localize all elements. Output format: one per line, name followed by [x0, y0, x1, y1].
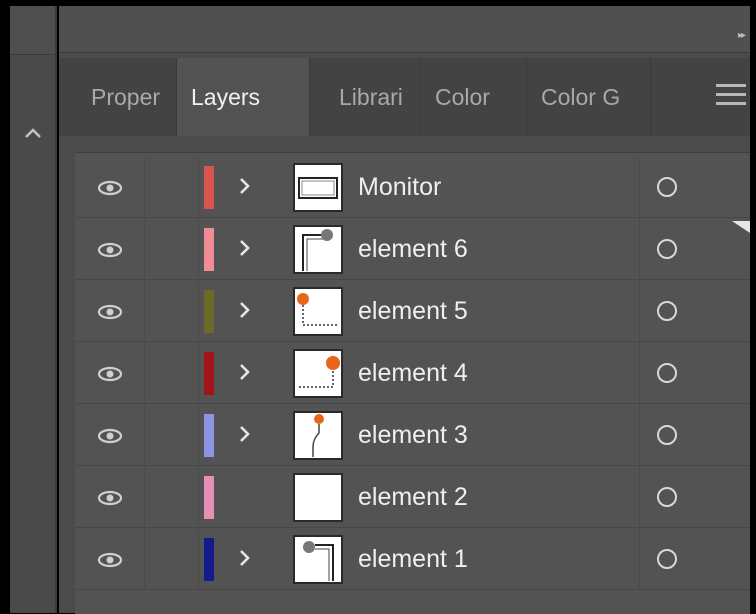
layer-name[interactable]: element 2: [358, 467, 468, 528]
illustrator-layers-window: ▸▸ Proper Layers Librari Color Color G M…: [0, 0, 756, 614]
layer-row[interactable]: element 6: [75, 219, 750, 280]
layer-color-swatch: [204, 476, 214, 519]
layer-color-swatch: [204, 290, 214, 333]
layer-thumbnail: [293, 473, 343, 522]
lock-toggle[interactable]: [144, 467, 199, 528]
visibility-toggle[interactable]: [75, 529, 145, 590]
visibility-toggle[interactable]: [75, 343, 145, 404]
chevron-right-icon[interactable]: [235, 357, 255, 387]
layer-row[interactable]: element 2: [75, 467, 750, 528]
target-circle-icon[interactable]: [657, 549, 677, 569]
chevron-right-icon[interactable]: [235, 171, 255, 201]
scroll-indicator[interactable]: [732, 221, 750, 233]
visibility-toggle[interactable]: [75, 467, 145, 528]
panel-title-bar: ▸▸: [59, 6, 750, 53]
target-circle-icon[interactable]: [657, 177, 677, 197]
layer-thumbnail: [293, 349, 343, 398]
layer-row[interactable]: element 1: [75, 529, 750, 590]
tab-layers[interactable]: Layers: [177, 58, 310, 136]
target-circle-icon[interactable]: [657, 487, 677, 507]
eye-icon: [97, 490, 122, 505]
chevron-up-icon: [24, 128, 41, 138]
target-circle-icon[interactable]: [657, 239, 677, 259]
layer-color-swatch: [204, 414, 214, 457]
visibility-toggle[interactable]: [75, 281, 145, 342]
tab-color[interactable]: Color: [421, 58, 527, 136]
tab-properties[interactable]: Proper: [77, 58, 177, 136]
target-cell[interactable]: [639, 467, 750, 528]
panel-tab-bar: Proper Layers Librari Color Color G: [59, 58, 750, 136]
tab-label: Layers: [191, 83, 261, 110]
layer-name[interactable]: element 5: [358, 281, 468, 342]
chevron-right-icon[interactable]: [235, 419, 255, 449]
collapse-panel-button[interactable]: [10, 118, 55, 148]
chevron-right-icon[interactable]: [235, 295, 255, 325]
layer-row[interactable]: Monitor: [75, 157, 750, 218]
target-cell[interactable]: [639, 405, 750, 466]
layer-thumbnail: [293, 163, 343, 212]
tab-label: Color G: [541, 83, 621, 110]
layers-list: Monitor element 6 element 5 element 4 el…: [75, 152, 750, 614]
layer-thumbnail: [293, 535, 343, 584]
target-circle-icon[interactable]: [657, 301, 677, 321]
tab-label: Librari: [339, 83, 403, 110]
layer-row[interactable]: element 4: [75, 343, 750, 404]
dock-header: [10, 6, 55, 55]
lock-toggle[interactable]: [144, 343, 199, 404]
tab-label: Proper: [91, 83, 161, 110]
visibility-toggle[interactable]: [75, 405, 145, 466]
layer-name[interactable]: element 6: [358, 219, 468, 280]
tab-color-guide[interactable]: Color G: [527, 58, 651, 136]
hamburger-menu-icon[interactable]: [716, 84, 746, 106]
layer-name[interactable]: Monitor: [358, 157, 441, 218]
visibility-toggle[interactable]: [75, 219, 145, 280]
lock-toggle[interactable]: [144, 529, 199, 590]
layer-row[interactable]: element 3: [75, 405, 750, 466]
layer-thumbnail: [293, 287, 343, 336]
layer-name[interactable]: element 3: [358, 405, 468, 466]
left-dock-column: [10, 6, 57, 613]
layer-color-swatch: [204, 352, 214, 395]
tab-label: Color: [435, 83, 490, 110]
eye-icon: [97, 242, 122, 257]
lock-toggle[interactable]: [144, 157, 199, 218]
eye-icon: [97, 304, 122, 319]
layer-color-swatch: [204, 538, 214, 581]
lock-toggle[interactable]: [144, 219, 199, 280]
eye-icon: [97, 552, 122, 567]
layer-name[interactable]: element 1: [358, 529, 468, 590]
double-chevron-right-icon[interactable]: ▸▸: [738, 30, 746, 41]
chevron-right-icon[interactable]: [235, 233, 255, 263]
target-cell[interactable]: [639, 529, 750, 590]
eye-icon: [97, 366, 122, 381]
layer-thumbnail: [293, 411, 343, 460]
visibility-toggle[interactable]: [75, 157, 145, 218]
layer-color-swatch: [204, 166, 214, 209]
layers-panel: ▸▸ Proper Layers Librari Color Color G M…: [59, 6, 750, 614]
target-cell[interactable]: [639, 343, 750, 404]
eye-icon: [97, 428, 122, 443]
layer-name[interactable]: element 4: [358, 343, 468, 404]
layer-color-swatch: [204, 228, 214, 271]
layer-row[interactable]: element 5: [75, 281, 750, 342]
eye-icon: [97, 180, 122, 195]
tab-libraries[interactable]: Librari: [325, 58, 421, 136]
lock-toggle[interactable]: [144, 281, 199, 342]
target-circle-icon[interactable]: [657, 363, 677, 383]
chevron-right-icon[interactable]: [235, 543, 255, 573]
target-cell[interactable]: [639, 281, 750, 342]
target-cell[interactable]: [639, 157, 750, 218]
layer-thumbnail: [293, 225, 343, 274]
target-circle-icon[interactable]: [657, 425, 677, 445]
lock-toggle[interactable]: [144, 405, 199, 466]
